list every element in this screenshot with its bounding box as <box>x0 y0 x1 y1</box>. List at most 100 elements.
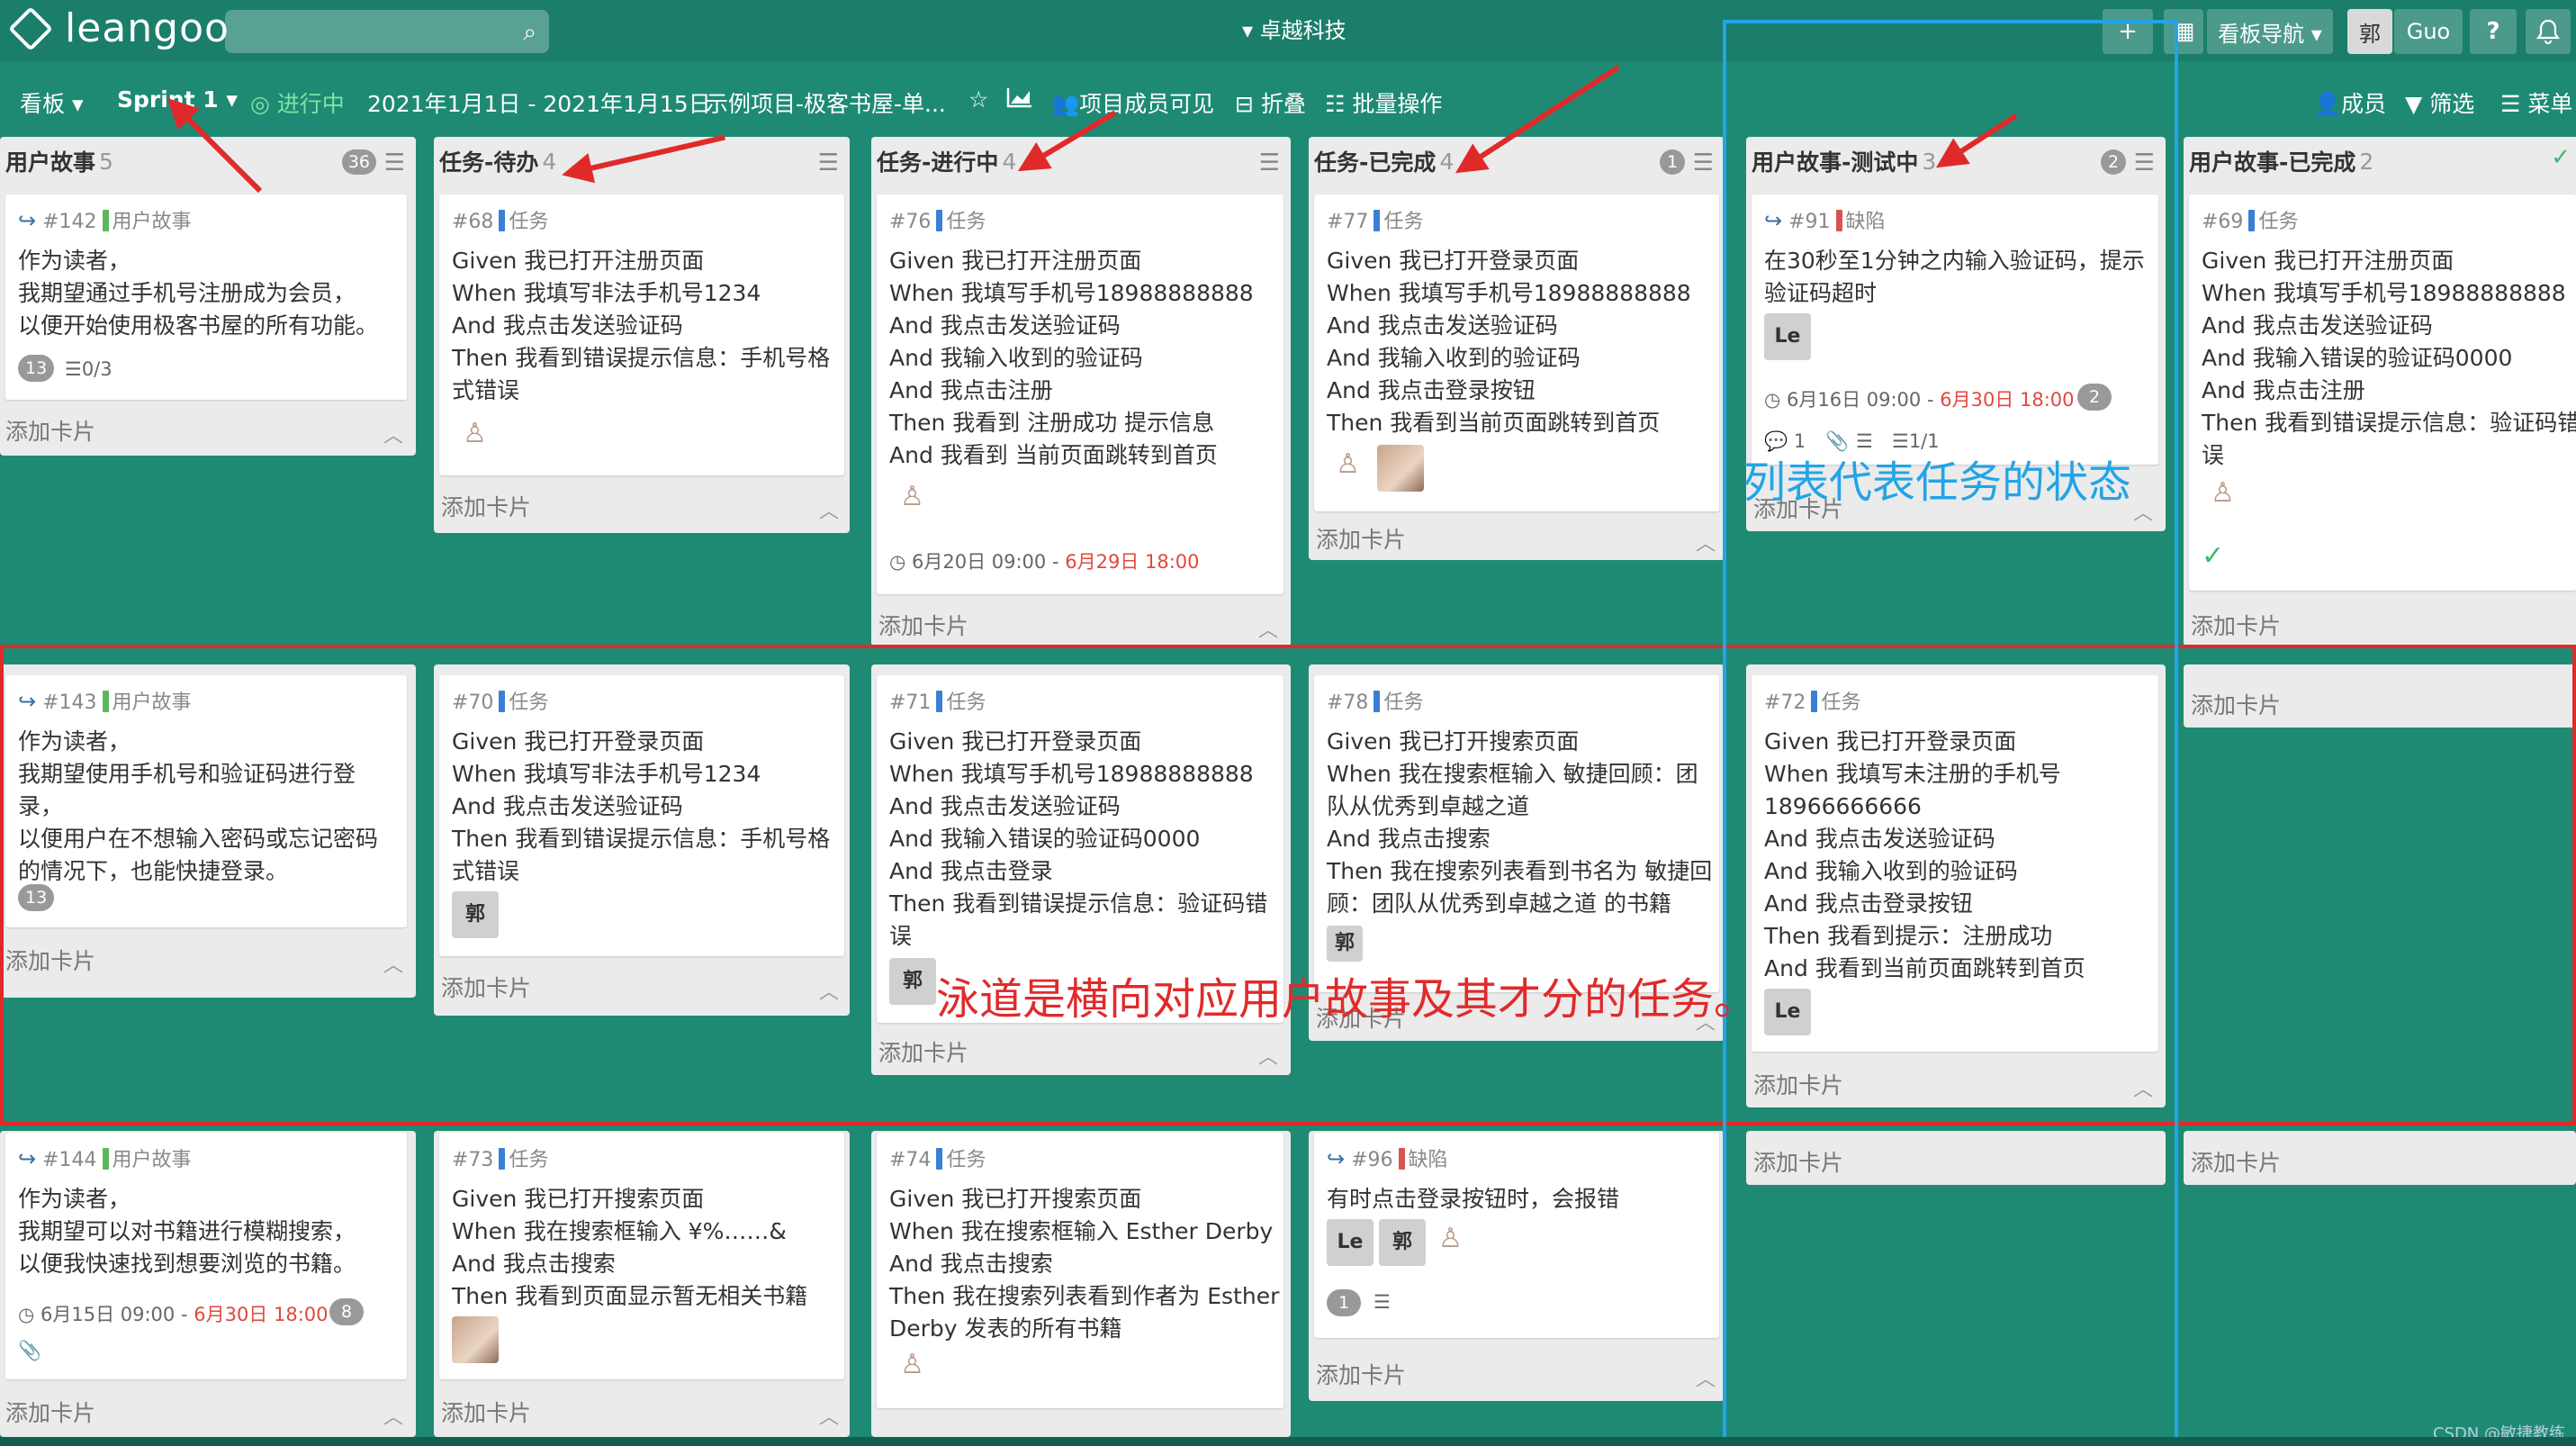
add-card-button[interactable]: 添加卡片 <box>878 609 968 641</box>
avatar-figure-icon: ♙ <box>2211 477 2235 509</box>
sprint-dates: 2021年1月1日 - 2021年1月15日 <box>367 91 711 117</box>
task-card-68[interactable]: #68 任务 Given 我已打开注册页面 When 我填写非法手机号1234 And… <box>439 194 844 475</box>
story-points-badge: 8 <box>329 1298 364 1325</box>
board-nav-button[interactable]: 看板导航 ▾ <box>2207 9 2333 54</box>
members-icon: 👥 <box>1051 91 1080 117</box>
top-bar: leangoo ⌕ ▾ 卓越科技 + ▦ 看板导航 ▾ 郭 Guo ? <box>0 0 2576 61</box>
task-card-77[interactable]: #77 任务 Given 我已打开登录页面 When 我填写手机号189888888… <box>1314 194 1719 511</box>
card-id: ↪ #142 用户故事 <box>18 208 192 233</box>
visibility-button[interactable]: 👥项目成员可见 <box>1051 86 1214 119</box>
fold-icon: ⊟ <box>1235 91 1261 117</box>
batch-button[interactable]: ☷ 批量操作 <box>1325 86 1442 119</box>
avatar-figure-icon: ♙ <box>463 418 487 449</box>
column-annotation: 列表代表任务的状态 <box>1743 457 2132 508</box>
user-name[interactable]: Guo <box>2394 9 2463 54</box>
column-header[interactable]: 任务-待办 4 ☰ <box>434 137 850 185</box>
column-title: 用户故事 <box>5 149 96 176</box>
avatar: Le <box>1327 1219 1374 1266</box>
add-card-button[interactable]: 添加卡片 <box>2191 609 2281 641</box>
swimlane-annotation: 泳道是横向对应用户故事及其才分的任务。 <box>936 974 1758 1025</box>
link-icon: ↪ <box>1327 1146 1346 1171</box>
logo-icon <box>8 5 53 51</box>
horizontal-scrollbar[interactable] <box>0 1437 2576 1446</box>
add-card-button[interactable]: 添加卡片 <box>2191 1145 2281 1178</box>
add-card-button[interactable]: 添加卡片 <box>441 490 531 522</box>
card-title: Given 我已打开搜索页面 When 我在搜索框输入 Esther Derby A… <box>889 1186 1280 1342</box>
avatar-figure-icon: ♙ <box>900 1349 924 1380</box>
column-count: 4 <box>542 148 557 175</box>
card-id: #68 任务 <box>452 210 549 233</box>
filter-icon: ▼ <box>2405 91 2430 117</box>
bug-card-96[interactable]: ↪ #96 缺陷 有时点击登录按钮时，会报错 Le 郭 ♙ 1 ☰ <box>1314 1133 1719 1338</box>
card-id: #69 任务 <box>2202 210 2299 233</box>
add-card-button[interactable]: 添加卡片 <box>5 414 95 447</box>
card-title: Given 我已打开搜索页面 When 我在搜索框输入 ¥%……& And 我点击搜… <box>452 1186 808 1309</box>
avatar-figure-icon: ♙ <box>1336 448 1360 480</box>
column-menu-icon[interactable]: ☰ <box>818 149 839 176</box>
task-card-73[interactable]: #73 任务 Given 我已打开搜索页面 When 我在搜索框输入 ¥%……& An… <box>439 1133 844 1379</box>
project-name[interactable]: 示例项目-极客书屋-单... <box>706 86 946 119</box>
column-header[interactable]: 用户故事-已完成 2 ✓ <box>2184 137 2576 185</box>
column-header[interactable]: 用户故事 5 36 ☰ <box>0 137 416 185</box>
board-view-dropdown[interactable]: 看板 ▾ <box>20 86 84 119</box>
card-title: Given 我已打开登录页面 When 我填写手机号18988888888 And … <box>1327 248 1691 436</box>
bell-icon[interactable] <box>2526 9 2571 54</box>
sprint-status[interactable]: ◎ 进行中 <box>250 86 345 119</box>
avatar-figure-icon: ♙ <box>900 481 924 512</box>
add-card-button[interactable]: 添加卡片 <box>5 1396 95 1428</box>
search-input[interactable]: ⌕ <box>225 10 549 53</box>
card-title: 有时点击登录按钮时，会报错 <box>1327 1186 1620 1212</box>
card-id: #74 任务 <box>889 1148 986 1171</box>
column-highlight <box>1723 20 2178 1446</box>
swimlane-highlight <box>0 645 2576 1125</box>
column-menu-icon[interactable]: ☰ <box>1259 149 1280 176</box>
board-toolbar: 看板 ▾ Sprint 1 ▾ ◎ 进行中 2021年1月1日 - 2021年1… <box>0 68 2576 131</box>
card-title: Given 我已打开注册页面 When 我填写非法手机号1234 And 我点击发送… <box>452 248 831 403</box>
story-card-142[interactable]: ↪ #142 用户故事 作为读者， 我期望通过手机号注册成为会员， 以便开始使用极客书… <box>5 194 407 400</box>
add-card-button[interactable]: 添加卡片 <box>441 1396 531 1428</box>
person-icon: 👤 <box>2313 91 2342 117</box>
filter-button[interactable]: ▼ 筛选 <box>2405 86 2474 119</box>
card-id: #73 任务 <box>452 1148 549 1171</box>
card-id: #76 任务 <box>889 210 986 233</box>
story-points-badge: 1 <box>1327 1289 1361 1316</box>
task-card-76[interactable]: #76 任务 Given 我已打开注册页面 When 我填写手机号189888888… <box>877 194 1283 594</box>
column-header[interactable]: 任务-已完成 4 1 ☰ <box>1309 137 1725 185</box>
search-icon[interactable]: ⌕ <box>523 19 536 47</box>
menu-button[interactable]: ☰ 菜单 <box>2500 86 2572 119</box>
column-title: 任务-进行中 <box>877 149 999 176</box>
story-card-144[interactable]: ↪ #144 用户故事 作为读者， 我期望可以对书籍进行模糊搜索， 以便我快速找到想要… <box>5 1133 407 1379</box>
card-title: Given 我已打开注册页面 When 我填写手机号18988888888 And … <box>889 248 1254 468</box>
card-id: ↪ #96 缺陷 <box>1327 1146 1448 1171</box>
avatar: 郭 <box>1379 1219 1426 1266</box>
batch-icon: ☷ <box>1325 91 1353 117</box>
done-check-icon: ✓ <box>2202 540 2225 572</box>
attachment-icon: 📎 <box>18 1340 42 1361</box>
task-card-69[interactable]: #69 任务 Given 我已打开注册页面 When 我填写手机号189888888… <box>2189 194 2576 591</box>
column-title: 任务-已完成 <box>1314 149 1437 176</box>
star-icon[interactable]: ☆ <box>968 86 988 113</box>
task-card-74[interactable]: #74 任务 Given 我已打开搜索页面 When 我在搜索框输入 Esther … <box>877 1133 1283 1408</box>
due-date: ◷ 6月15日 09:00 - 6月30日 18:00 <box>18 1304 329 1325</box>
column-menu-icon[interactable]: ☰ <box>384 149 405 176</box>
org-switcher[interactable]: ▾ 卓越科技 <box>1242 13 1347 44</box>
column-header[interactable]: 任务-进行中 4 ☰ <box>871 137 1291 185</box>
card-title: 作为读者， 我期望可以对书籍进行模糊搜索， 以便我快速找到想要浏览的书籍。 <box>18 1186 356 1277</box>
column-badge: 36 <box>341 149 376 175</box>
card-title: Given 我已打开注册页面 When 我填写手机号18988888888 And … <box>2202 248 2576 468</box>
logo[interactable]: leangoo <box>8 5 230 51</box>
menu-icon: ☰ <box>2500 91 2528 117</box>
fold-button[interactable]: ⊟ 折叠 <box>1235 86 1306 119</box>
column-menu-icon[interactable]: ☰ <box>1693 149 1714 176</box>
logo-text: leangoo <box>65 5 230 51</box>
help-button[interactable]: ? <box>2470 9 2517 54</box>
add-card-button[interactable]: 添加卡片 <box>1316 522 1406 555</box>
checklist-count: ☰0/3 <box>65 358 113 380</box>
user-avatar[interactable]: 郭 <box>2347 9 2392 54</box>
chart-icon[interactable] <box>1006 86 1033 113</box>
link-icon: ↪ <box>18 1146 37 1171</box>
members-button[interactable]: 👤成员 <box>2313 86 2386 119</box>
column-title: 任务-待办 <box>439 149 539 176</box>
add-card-button[interactable]: 添加卡片 <box>1316 1358 1406 1390</box>
story-points-badge: 13 <box>18 355 55 382</box>
